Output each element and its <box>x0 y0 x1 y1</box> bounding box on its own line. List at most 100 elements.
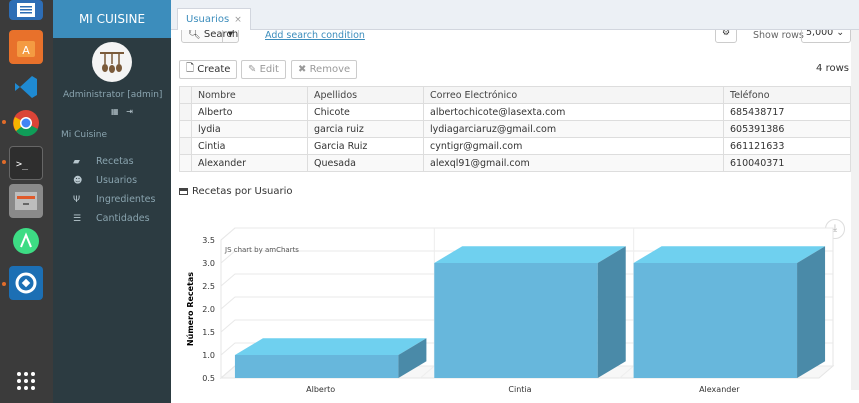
bar-top <box>434 246 626 263</box>
brand-title[interactable]: MI CUISINE <box>53 0 171 38</box>
android-studio-icon[interactable] <box>9 224 43 258</box>
sidebar-item-label: Usuarios <box>96 175 138 186</box>
scrollbar[interactable] <box>851 30 859 390</box>
terminal-prompt-icon: >_ <box>16 159 29 170</box>
search-icon: 🔍︎ <box>188 30 201 40</box>
chart-icon <box>179 188 188 195</box>
bar-front <box>434 263 598 378</box>
app-sidebar: MI CUISINE Administrator [admin] ▦ ⇥ Mi … <box>53 0 171 403</box>
row-header-cell[interactable] <box>179 120 192 138</box>
row-count: 4 rows <box>816 63 849 74</box>
table-row[interactable]: Alexander Quesada alexql91@gmail.com 610… <box>179 154 851 172</box>
show-rows-label: Show rows <box>753 30 804 41</box>
create-button[interactable]: 🗋 Create <box>179 60 238 79</box>
kitchen-utensils-icon <box>100 52 124 73</box>
user-actions: ▦ ⇥ <box>111 107 133 116</box>
files-app-icon[interactable] <box>9 0 43 20</box>
recipes-bar-chart: 0.5 1.0 1.5 2.0 2.5 3.0 3.5 Número Recetas JS ch… <box>186 227 835 394</box>
add-search-condition-link[interactable]: Add search condition <box>265 30 365 41</box>
chevron-down-icon[interactable]: ▼ <box>222 30 238 42</box>
chart-section-title: Recetas por Usuario <box>179 186 293 197</box>
file-manager-icon[interactable] <box>9 184 43 218</box>
table-cell: garcia ruiz <box>307 120 424 138</box>
close-icon[interactable]: × <box>234 15 242 25</box>
row-header-cell <box>179 86 192 104</box>
terminal-icon[interactable]: >_ <box>9 146 43 180</box>
search-button[interactable]: 🔍︎ Search ▼ <box>181 30 239 43</box>
table-row[interactable]: Alberto Chicote albertochicote@lasexta.c… <box>179 103 851 121</box>
logout-icon[interactable]: ⇥ <box>126 107 133 116</box>
row-header-cell[interactable] <box>179 137 192 155</box>
sidebar-menu: ▰ Recetas ☻ Usuarios Ψ Ingredientes ☰ Ca… <box>53 152 171 228</box>
list-icon: ☰ <box>73 213 82 224</box>
app-icon[interactable] <box>9 266 43 300</box>
dashboard-icon[interactable]: ▦ <box>111 107 119 116</box>
table-cell: 661121633 <box>723 137 851 155</box>
edit-label: Edit <box>259 64 279 75</box>
users-table: Nombre Apellidos Correo Electrónico Telé… <box>179 86 851 172</box>
tab-bar: Usuarios × <box>171 0 859 30</box>
sidebar-item-label: Ingredientes <box>96 194 156 205</box>
table-cell: Cintia <box>191 137 308 155</box>
sidebar-item-label: Cantidades <box>96 213 150 224</box>
table-cell: Alexander <box>191 154 308 172</box>
gear-icon[interactable]: ⚙ <box>715 30 737 43</box>
android-icon <box>13 228 39 254</box>
sidebar-item-ingredientes[interactable]: Ψ Ingredientes <box>53 190 171 209</box>
browser-icon <box>13 110 39 137</box>
chart-section-label: Recetas por Usuario <box>192 186 293 197</box>
table-cell: 610040371 <box>723 154 851 172</box>
y-tick-label: 2.5 <box>202 282 215 291</box>
grid-dots-icon <box>17 372 35 390</box>
x-tick-label: Alexander <box>699 385 740 394</box>
x-tick-label: Alberto <box>306 385 335 394</box>
show-applications-icon[interactable] <box>9 364 43 398</box>
svg-text:A: A <box>22 44 30 57</box>
book-icon: ▰ <box>73 156 80 167</box>
document-icon <box>17 3 35 17</box>
remove-button[interactable]: ✖ Remove <box>291 60 358 79</box>
cabinet-icon <box>15 192 37 210</box>
chrome-icon[interactable] <box>9 106 43 140</box>
bar-side <box>797 246 826 378</box>
edit-button[interactable]: ✎ Edit <box>241 60 286 79</box>
vscode-icon[interactable] <box>9 70 43 104</box>
chevron-down-icon: ⌄ <box>836 30 845 38</box>
row-header-cell[interactable] <box>179 154 192 172</box>
bar-front <box>633 263 798 378</box>
table-row[interactable]: Cintia Garcia Ruiz cyntigr@gmail.com 661… <box>179 137 851 155</box>
tab-usuarios[interactable]: Usuarios × <box>177 8 251 30</box>
column-header[interactable]: Teléfono <box>723 86 851 104</box>
column-header[interactable]: Nombre <box>191 86 308 104</box>
bar-front <box>234 355 399 378</box>
sidebar-item-usuarios[interactable]: ☻ Usuarios <box>53 171 171 190</box>
sidebar-item-label: Recetas <box>96 156 134 167</box>
shopping-bag-icon: A <box>17 41 35 57</box>
table-header-row: Nombre Apellidos Correo Electrónico Telé… <box>179 86 851 104</box>
create-label: Create <box>197 64 231 75</box>
table-row[interactable]: lydia garcia ruiz lydiagarciaruz@gmail.c… <box>179 120 851 138</box>
user-name: Administrator [admin] <box>63 90 163 100</box>
row-header-cell[interactable] <box>179 103 192 121</box>
table-cell: lydiagarciaruz@gmail.com <box>423 120 724 138</box>
software-center-icon[interactable]: A <box>9 30 43 64</box>
sidebar-item-cantidades[interactable]: ☰ Cantidades <box>53 209 171 228</box>
search-bar: 🔍︎ Search ▼ Add search condition ⚙ Show … <box>181 30 851 46</box>
main-content: Usuarios × 🔍︎ Search ▼ Add search condit… <box>171 0 859 403</box>
show-rows-select[interactable]: 5,000 ⌄ <box>801 30 851 43</box>
y-tick-label: 3.0 <box>202 259 215 268</box>
column-header[interactable]: Apellidos <box>307 86 424 104</box>
table-cell: alexql91@gmail.com <box>423 154 724 172</box>
section-header: Mi Cuisine <box>61 130 108 140</box>
table-cell: Chicote <box>307 103 424 121</box>
compass-icon <box>15 272 37 294</box>
column-header[interactable]: Correo Electrónico <box>423 86 724 104</box>
table-cell: Alberto <box>191 103 308 121</box>
table-cell: Quesada <box>307 154 424 172</box>
chart-credit: JS chart by amCharts <box>224 246 299 254</box>
code-editor-icon <box>15 76 37 98</box>
svg-text:>_: >_ <box>16 159 29 170</box>
y-axis-label: Número Recetas <box>186 272 195 346</box>
table-cell: Garcia Ruiz <box>307 137 424 155</box>
sidebar-item-recetas[interactable]: ▰ Recetas <box>53 152 171 171</box>
